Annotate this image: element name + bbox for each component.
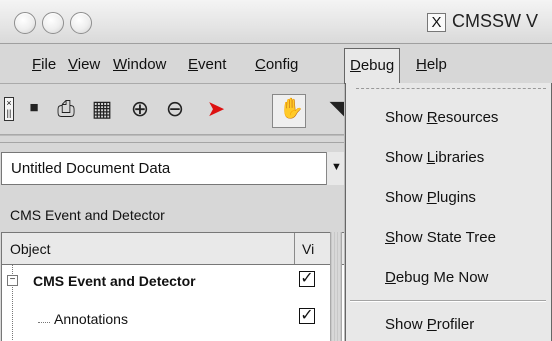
menu-divider [350, 300, 546, 301]
section-label: CMS Event and Detector [10, 207, 165, 223]
event-menu[interactable]: Event [188, 56, 226, 73]
debug-dropdown-menu: Show Resources Show Libraries Show Plugi… [345, 83, 552, 341]
close-window-button[interactable] [14, 12, 36, 34]
object-column-header[interactable]: Object [2, 233, 295, 264]
show-libraries-menu-item[interactable]: Show Libraries [346, 140, 551, 176]
toolbar-grip[interactable]: × || [4, 97, 14, 121]
tree-branch-line [38, 322, 50, 323]
visibility-checkbox[interactable]: ✓ [299, 271, 315, 287]
select-arrow-icon[interactable]: ➤ [204, 97, 228, 121]
show-profiler-menu-item[interactable]: Show Profiler [346, 307, 551, 341]
hand-icon[interactable]: ✋ [279, 97, 303, 121]
object-tree[interactable]: − CMS Event and Detector ✓ Annotations ✓ [1, 265, 346, 341]
collapse-icon[interactable]: − [7, 275, 18, 286]
zoom-out-icon[interactable]: ⊖ [163, 97, 187, 121]
tree-row[interactable]: − CMS Event and Detector ✓ [2, 270, 345, 304]
view-menu[interactable]: View [68, 56, 100, 73]
cmssw-window: X CMSSW V File View Window Event Config … [0, 0, 552, 341]
file-menu[interactable]: File [32, 56, 56, 73]
config-menu[interactable]: Config [255, 56, 298, 73]
window-title: CMSSW V [452, 11, 539, 31]
print-icon[interactable]: ⎙ [54, 97, 78, 121]
title-bar: X CMSSW V [0, 0, 552, 44]
document-selector-value: Untitled Document Data [11, 160, 171, 177]
window-menu[interactable]: Window [113, 56, 166, 73]
debug-menu[interactable]: Debug [344, 48, 401, 84]
visibility-checkbox[interactable]: ✓ [299, 308, 315, 324]
tree-row[interactable]: Annotations ✓ [2, 307, 345, 341]
grid-icon[interactable]: ▦ [90, 97, 114, 121]
help-menu[interactable]: Help [416, 56, 447, 73]
show-resources-menu-item[interactable]: Show Resources [346, 100, 551, 136]
table-scrollbar[interactable] [330, 232, 342, 341]
menu-bar: File View Window Event Config Debug Help [0, 44, 552, 84]
tree-item-label: CMS Event and Detector [33, 273, 196, 289]
debug-me-now-menu-item[interactable]: Debug Me Now [346, 260, 551, 296]
object-table-header: Object Vi [1, 232, 346, 265]
x-app-icon: X [427, 13, 446, 32]
tree-item-label: Annotations [54, 311, 128, 327]
dropdown-arrow-icon[interactable]: ▼ [326, 152, 346, 185]
show-plugins-menu-item[interactable]: Show Plugins [346, 180, 551, 216]
show-state-tree-menu-item[interactable]: Show State Tree [346, 220, 551, 256]
minimize-window-button[interactable] [42, 12, 64, 34]
save-icon[interactable]: ■ [22, 97, 46, 121]
zoom-in-icon[interactable]: ⊕ [128, 97, 152, 121]
document-selector[interactable]: Untitled Document Data ▼ [1, 152, 346, 185]
zoom-window-button[interactable] [70, 12, 92, 34]
tearoff-line[interactable] [356, 88, 546, 94]
